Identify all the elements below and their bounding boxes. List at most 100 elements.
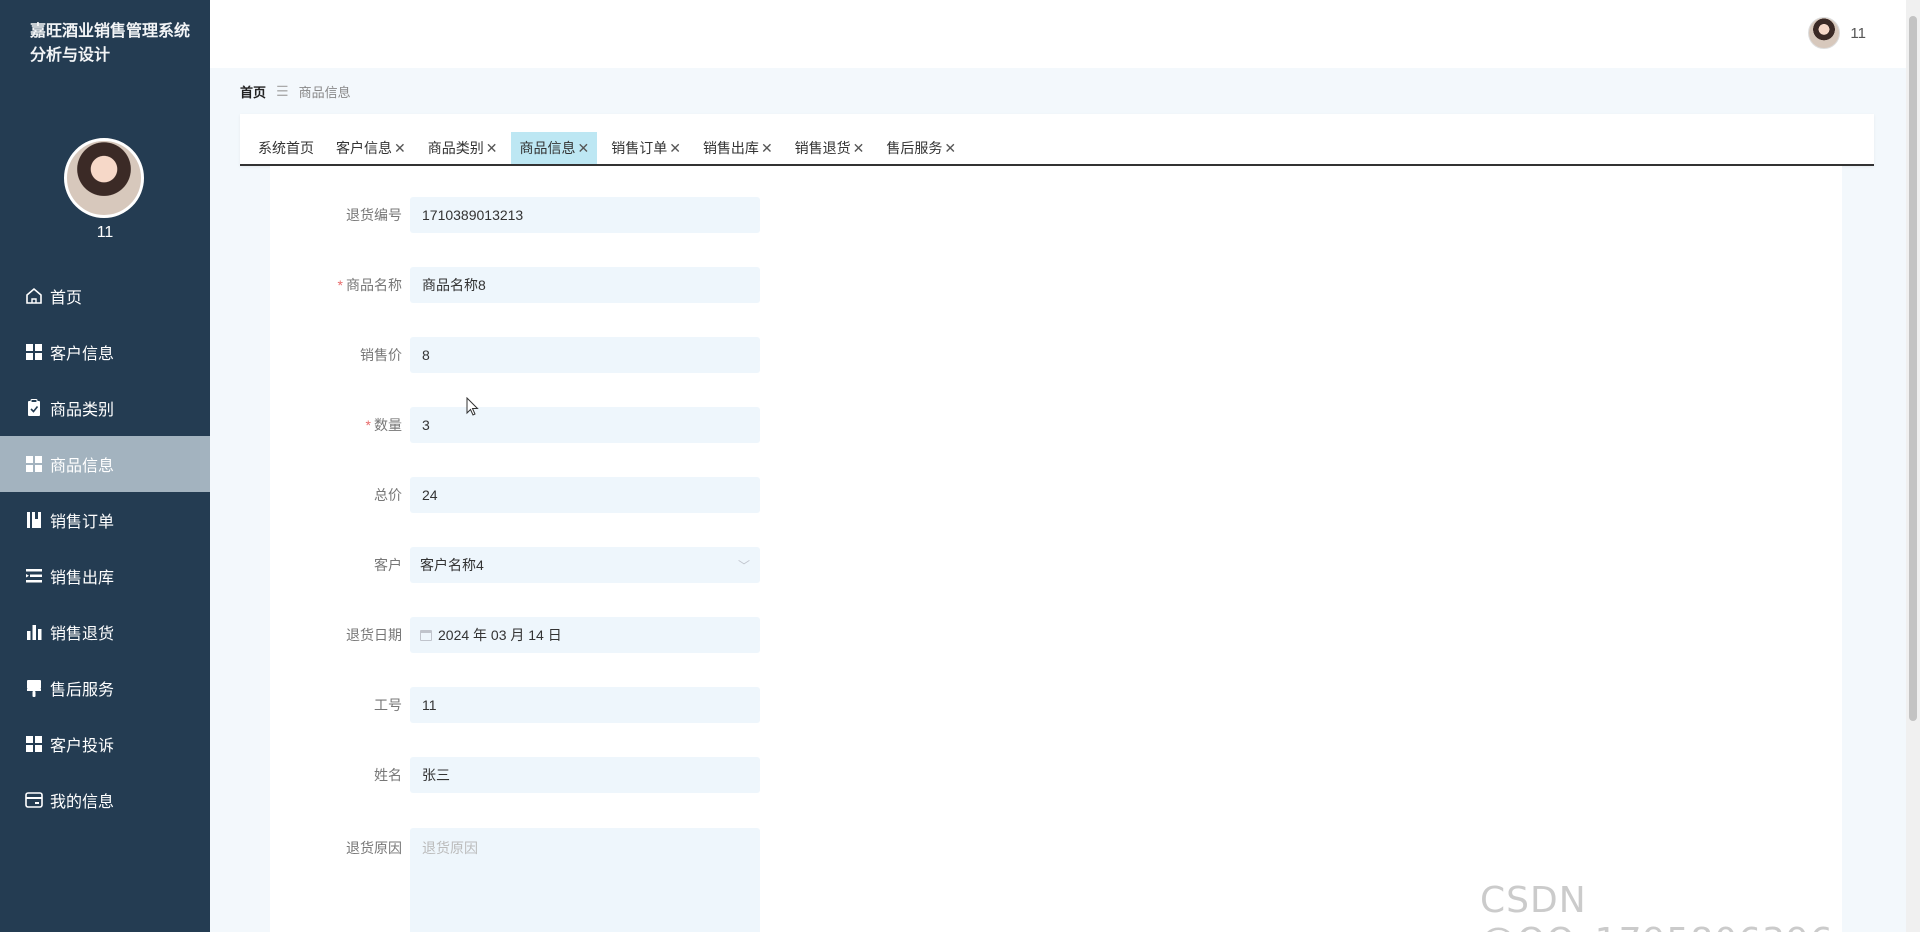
sidebar-item-label: 商品信息 (50, 458, 115, 475)
close-icon[interactable]: ✕ (853, 140, 865, 157)
form-row-name: 姓名 张三 (270, 757, 760, 793)
sidebar-item-product-info[interactable]: 商品信息 (0, 436, 210, 492)
tab-label: 客户信息 (336, 140, 392, 156)
sidebar-menu: 首页 客户信息 商品类别 商品信息 销售订单 销售出库 销售退货 售后服务 客户… (0, 268, 210, 828)
tab-label: 销售出库 (702, 140, 759, 156)
book-icon (24, 510, 44, 530)
sidebar-item-label: 销售出库 (50, 570, 115, 587)
quantity-value: 3 (422, 417, 430, 433)
sidebar-item-label: 售后服务 (50, 682, 115, 699)
sidebar-avatar[interactable] (64, 138, 144, 218)
tab-sales-returns[interactable]: 销售退货 ✕ (787, 132, 873, 164)
required-mark: * (337, 277, 343, 293)
sale-price-input[interactable]: 8 (410, 337, 760, 373)
close-icon[interactable]: ✕ (394, 140, 406, 157)
return-date-picker[interactable]: 2024 年 03 月 14 日 (410, 617, 760, 653)
total-price-input[interactable]: 24 (410, 477, 760, 513)
home-icon (24, 286, 44, 306)
sidebar-item-sales-outbound[interactable]: 销售出库 (0, 548, 210, 604)
app-title: 嘉旺酒业销售管理系统分析与设计 (30, 23, 191, 64)
tab-after-sales[interactable]: 售后服务 ✕ (878, 132, 964, 164)
calendar-icon (420, 629, 432, 641)
sidebar-item-home[interactable]: 首页 (0, 268, 210, 324)
sidebar-item-sales-orders[interactable]: 销售订单 (0, 492, 210, 548)
required-mark: * (365, 417, 371, 433)
quantity-label: * 数量 (365, 417, 402, 433)
name-label: 姓名 (374, 767, 402, 783)
card-icon (24, 790, 44, 810)
tab-label: 商品类别 (427, 140, 484, 156)
product-name-value: 商品名称8 (422, 277, 486, 293)
return-form: 退货编号 1710389013213 * 商品名称 商品名称8 销售价 8 * 数量… (270, 166, 1842, 932)
tab-sales-orders[interactable]: 销售订单 ✕ (603, 132, 689, 164)
tab-sales-outbound[interactable]: 销售出库 ✕ (695, 132, 781, 164)
employee-no-value: 11 (422, 697, 437, 713)
close-icon[interactable]: ✕ (669, 140, 681, 157)
tabs-bar: 系统首页 客户信息 ✕ 商品类别 ✕ 商品信息 ✕ 销售订单 ✕ 销售出库 ✕ … (240, 114, 1874, 166)
reason-placeholder: 退货原因 (422, 840, 478, 856)
total-price-label: 总价 (374, 487, 402, 503)
grid-icon (24, 454, 44, 474)
sidebar-item-label: 客户投诉 (50, 738, 115, 755)
user-menu[interactable]: 11 (1808, 17, 1866, 49)
customer-value: 客户名称4 (420, 557, 484, 573)
sidebar-item-label: 首页 (50, 290, 83, 307)
employee-no-input[interactable]: 11 (410, 687, 760, 723)
sale-price-label: 销售价 (360, 347, 402, 363)
breadcrumb: 首页 ☰ 商品信息 (240, 82, 351, 101)
grid-icon (24, 342, 44, 362)
scrollbar-thumb[interactable] (1909, 16, 1917, 721)
tab-product-category[interactable]: 商品类别 ✕ (420, 132, 506, 164)
sidebar-item-product-category[interactable]: 商品类别 (0, 380, 210, 436)
top-header: 11 (210, 0, 1906, 68)
page-scrollbar[interactable] (1906, 0, 1920, 932)
return-no-value: 1710389013213 (422, 207, 524, 223)
close-icon[interactable]: ✕ (577, 140, 589, 157)
product-name-input[interactable]: 商品名称8 (410, 267, 760, 303)
sidebar-item-label: 销售订单 (50, 514, 115, 531)
avatar[interactable] (1808, 17, 1841, 49)
return-date-label: 退货日期 (346, 627, 402, 643)
breadcrumb-separator-icon: ☰ (276, 83, 289, 99)
close-icon[interactable]: ✕ (761, 140, 773, 157)
sidebar-item-after-sales[interactable]: 售后服务 (0, 660, 210, 716)
form-row-quantity: * 数量 3 (270, 407, 760, 443)
close-icon[interactable]: ✕ (944, 140, 956, 157)
clipboard-icon (24, 398, 44, 418)
list-icon (24, 566, 44, 586)
top-username: 11 (1850, 24, 1866, 42)
sidebar: 嘉旺酒业销售管理系统分析与设计 11 首页 客户信息 商品类别 商品信息 销售订… (0, 0, 210, 932)
form-row-reason: 退货原因 退货原因 (270, 828, 760, 932)
tab-product-info[interactable]: 商品信息 ✕ (511, 132, 598, 164)
name-input[interactable]: 张三 (410, 757, 760, 793)
breadcrumb-home[interactable]: 首页 (240, 82, 266, 101)
tab-label: 系统首页 (258, 140, 314, 156)
return-date-value: 2024 年 03 月 14 日 (438, 627, 562, 643)
sidebar-username: 11 (96, 224, 114, 241)
form-row-return-no: 退货编号 1710389013213 (270, 197, 760, 233)
sidebar-item-label: 商品类别 (50, 402, 115, 419)
return-no-input[interactable]: 1710389013213 (410, 197, 760, 233)
tab-system-home[interactable]: 系统首页 (250, 132, 322, 164)
quantity-input[interactable]: 3 (410, 407, 760, 443)
tab-customers[interactable]: 客户信息 ✕ (328, 132, 414, 164)
sidebar-item-my-info[interactable]: 我的信息 (0, 772, 210, 828)
name-value: 张三 (422, 767, 450, 783)
form-row-return-date: 退货日期 2024 年 03 月 14 日 (270, 617, 760, 653)
brush-icon (24, 678, 44, 698)
close-icon[interactable]: ✕ (486, 140, 498, 157)
reason-label: 退货原因 (346, 840, 402, 856)
sale-price-value: 8 (422, 347, 430, 363)
sidebar-item-label: 销售退货 (50, 626, 115, 643)
breadcrumb-current: 商品信息 (298, 85, 351, 100)
chevron-down-icon: ﹀ (737, 558, 750, 573)
sidebar-item-label: 客户信息 (50, 346, 115, 363)
bar-chart-icon (24, 622, 44, 642)
sidebar-item-complaints[interactable]: 客户投诉 (0, 716, 210, 772)
sidebar-item-customers[interactable]: 客户信息 (0, 324, 210, 380)
sidebar-item-sales-returns[interactable]: 销售退货 (0, 604, 210, 660)
form-row-product-name: * 商品名称 商品名称8 (270, 267, 760, 303)
customer-select[interactable]: 客户名称4 ﹀ (410, 547, 760, 583)
form-row-customer: 客户 客户名称4 ﹀ (270, 547, 760, 583)
reason-textarea[interactable]: 退货原因 (410, 828, 760, 932)
